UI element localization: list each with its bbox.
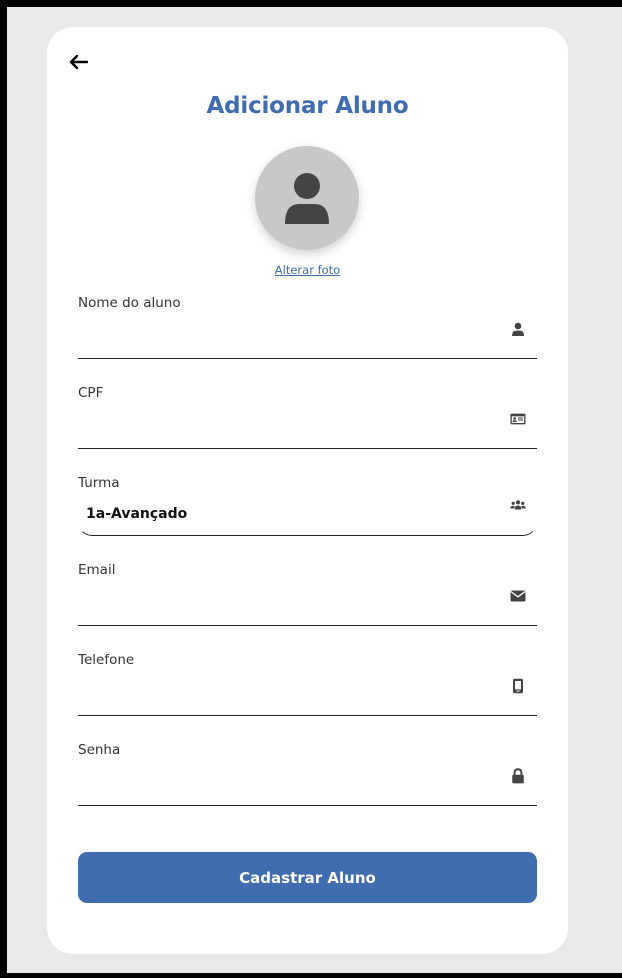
field-label: Senha (78, 742, 121, 758)
field-label: Email (78, 562, 116, 578)
arrow-left-icon (69, 54, 88, 70)
field-nome-do-aluno: Nome do aluno (78, 295, 537, 361)
student-name-input[interactable] (78, 317, 537, 359)
lock-icon (510, 768, 526, 784)
field-turma: Turma 1a-Avançado (78, 475, 537, 541)
turma-select[interactable] (78, 498, 537, 536)
email-input[interactable] (78, 584, 537, 626)
field-senha: Senha (78, 742, 537, 808)
cpf-input[interactable] (78, 407, 537, 449)
register-student-button[interactable]: Cadastrar Aluno (78, 852, 537, 903)
envelope-icon (510, 588, 526, 604)
field-cpf: CPF (78, 385, 537, 451)
field-email: Email (78, 562, 537, 628)
user-icon (510, 321, 526, 337)
field-telefone: Telefone (78, 652, 537, 718)
field-label: CPF (78, 385, 104, 401)
back-button[interactable] (65, 49, 91, 75)
phone-input[interactable] (78, 674, 537, 716)
mobile-phone-icon (510, 678, 526, 694)
field-label: Nome do aluno (78, 295, 181, 311)
form-card: Adicionar Aluno Alterar foto Nome do alu… (47, 27, 568, 954)
password-input[interactable] (78, 764, 537, 806)
window-frame-top (0, 0, 622, 7)
user-silhouette-icon (285, 173, 329, 224)
page-title: Adicionar Aluno (206, 93, 409, 119)
field-label: Turma (78, 475, 120, 491)
avatar[interactable] (255, 146, 359, 250)
window-frame-bottom (0, 973, 622, 978)
window-frame-left (0, 0, 7, 978)
users-group-icon (510, 497, 526, 513)
field-label: Telefone (78, 652, 135, 668)
change-photo-link[interactable]: Alterar foto (47, 263, 568, 277)
id-card-icon (510, 411, 526, 427)
